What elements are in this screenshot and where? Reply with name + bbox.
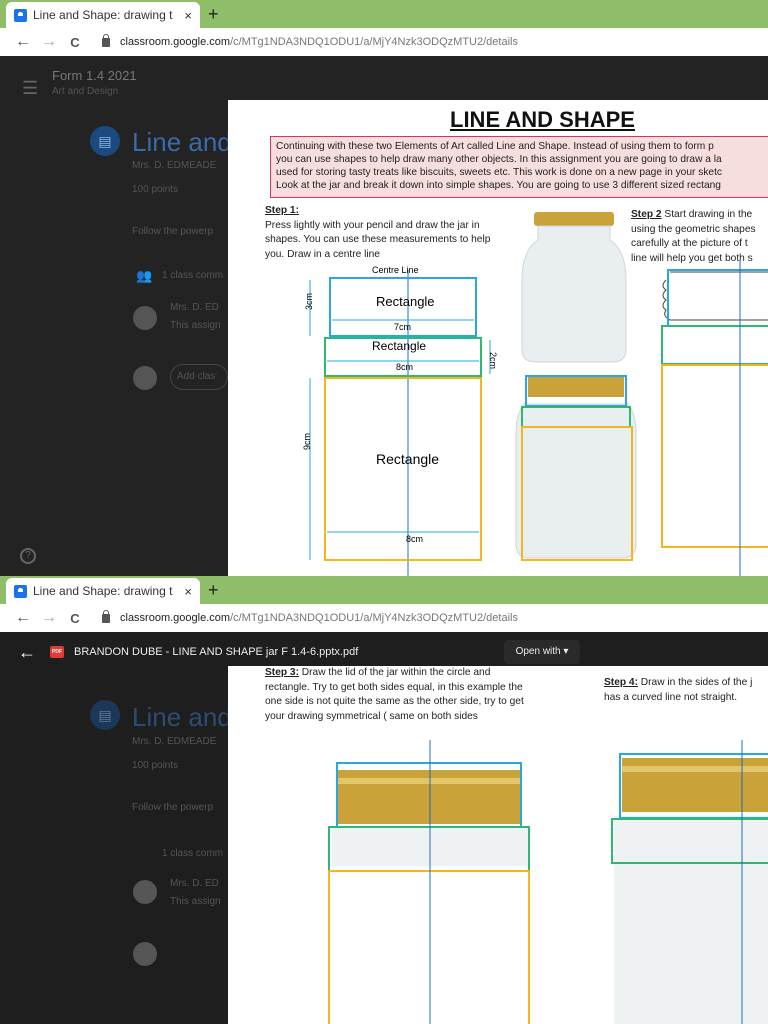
tab-bar: Line and Shape: drawing t × + xyxy=(0,0,768,28)
dimension-7cm: 7cm xyxy=(394,322,411,332)
tab-title: Line and Shape: drawing t xyxy=(33,584,173,598)
new-tab-button[interactable]: + xyxy=(208,580,219,601)
comment-author: Mrs. D. ED xyxy=(170,302,219,313)
hamburger-menu-icon[interactable]: ☰ xyxy=(22,78,38,99)
lock-icon xyxy=(102,609,110,623)
people-icon: 👥 xyxy=(136,268,153,283)
pdf-page-2: Step 3: Draw the lid of the jar within t… xyxy=(228,666,768,1024)
add-comment-input[interactable]: Add clas xyxy=(170,364,228,390)
jar-lid-photo xyxy=(534,212,614,226)
body-rectangle xyxy=(661,364,768,548)
close-tab-icon[interactable]: × xyxy=(184,8,192,23)
forward-button[interactable]: → xyxy=(36,609,62,627)
lock-icon xyxy=(102,33,110,47)
new-tab-button[interactable]: + xyxy=(208,4,219,25)
address-bar: ← → C classroom.google.com/c/MTg1NDA3NDQ… xyxy=(0,604,768,632)
centre-line-label: Centre Line xyxy=(372,265,419,275)
back-button[interactable]: ← xyxy=(10,609,36,627)
jar-lid-photo xyxy=(528,377,624,397)
back-arrow-icon[interactable]: ← xyxy=(18,642,38,663)
class-comments-link[interactable]: 1 class comm xyxy=(162,270,223,281)
file-name: BRANDON DUBE - LINE AND SHAPE jar F 1.4-… xyxy=(74,646,359,658)
classroom-favicon-icon xyxy=(14,8,27,22)
neck-rectangle xyxy=(661,325,768,365)
dimension-2cm: 2cm xyxy=(488,352,498,369)
avatar xyxy=(133,942,157,966)
browser-tab[interactable]: Line and Shape: drawing t × xyxy=(6,578,200,604)
open-with-button[interactable]: Open with ▾ xyxy=(504,640,580,664)
jar-photo xyxy=(521,225,627,363)
avatar xyxy=(133,306,157,330)
lid-rectangle xyxy=(667,269,768,327)
forward-button[interactable]: → xyxy=(36,33,62,51)
rectangle-label: Rectangle xyxy=(372,339,426,353)
points: 100 points xyxy=(132,760,179,771)
instructions: Follow the powerp xyxy=(132,802,214,813)
dimension-8cm: 8cm xyxy=(406,534,423,544)
body-rectangle xyxy=(324,377,482,561)
pdf-page-1: LINE AND SHAPE Continuing with these two… xyxy=(228,100,768,576)
back-button[interactable]: ← xyxy=(10,33,36,51)
jar-diagram: Centre Line Rectangle 7cm Rectangle 8cm … xyxy=(302,212,768,576)
url-field[interactable]: classroom.google.com/c/MTg1NDA3NDQ1ODU1/… xyxy=(102,609,518,624)
jar-photo xyxy=(614,816,768,1024)
class-subject: Art and Design xyxy=(52,86,119,97)
points: 100 points xyxy=(132,184,179,195)
screenshot-bottom: Line and Shape: drawing t × + ← → C clas… xyxy=(0,576,768,1024)
tab-title: Line and Shape: drawing t xyxy=(33,8,173,22)
address-bar: ← → C classroom.google.com/c/MTg1NDA3NDQ… xyxy=(0,28,768,56)
instructions: Follow the powerp xyxy=(132,226,214,237)
url-host: classroom.google.com xyxy=(120,36,231,48)
comment-text: This assign xyxy=(170,896,221,907)
browser-tab[interactable]: Line and Shape: drawing t × xyxy=(6,2,200,28)
jar-diagram xyxy=(328,740,768,1024)
url-host: classroom.google.com xyxy=(120,612,231,624)
avatar xyxy=(133,366,157,390)
reload-button[interactable]: C xyxy=(62,611,88,626)
dimension-3cm: 3cm xyxy=(304,293,314,310)
help-icon[interactable]: ? xyxy=(20,548,36,564)
rectangle-label: Rectangle xyxy=(376,451,439,467)
avatar xyxy=(133,880,157,904)
tab-bar: Line and Shape: drawing t × + xyxy=(0,576,768,604)
teacher-name: Mrs. D. EDMEADE xyxy=(132,736,217,747)
url-field[interactable]: classroom.google.com/c/MTg1NDA3NDQ1ODU1/… xyxy=(102,33,518,48)
close-tab-icon[interactable]: × xyxy=(184,584,192,599)
rectangle-label: Rectangle xyxy=(376,294,435,309)
assignment-icon: ▤ xyxy=(90,126,120,156)
url-path: /c/MTg1NDA3NDQ1ODU1/a/MjY4Nzk3ODQzMTU2/d… xyxy=(230,612,518,624)
class-comments-link: 1 class comm xyxy=(162,848,224,859)
url-path: /c/MTg1NDA3NDQ1ODU1/a/MjY4Nzk3ODQzMTU2/d… xyxy=(230,36,518,48)
body-rectangle xyxy=(328,870,530,1024)
comment-author: Mrs. D. ED xyxy=(170,878,219,889)
pdf-file-icon: PDF xyxy=(50,646,64,658)
assignment-icon: ▤ xyxy=(90,700,120,730)
teacher-name: Mrs. D. EDMEADE xyxy=(132,160,217,171)
classroom-favicon-icon xyxy=(14,584,27,598)
dimension-8cm: 8cm xyxy=(396,362,413,372)
class-name[interactable]: Form 1.4 2021 xyxy=(52,68,137,83)
lid-sketch xyxy=(662,279,768,321)
reload-button[interactable]: C xyxy=(62,35,88,50)
comment-text: This assign xyxy=(170,320,221,331)
dimension-9cm: 9cm xyxy=(302,433,312,450)
jar-lid-photo xyxy=(622,766,768,772)
screenshot-top: Line and Shape: drawing t × + ← → C clas… xyxy=(0,0,768,576)
assignment-title: Line and xyxy=(132,702,232,732)
assignment-title: Line and xyxy=(132,127,232,157)
